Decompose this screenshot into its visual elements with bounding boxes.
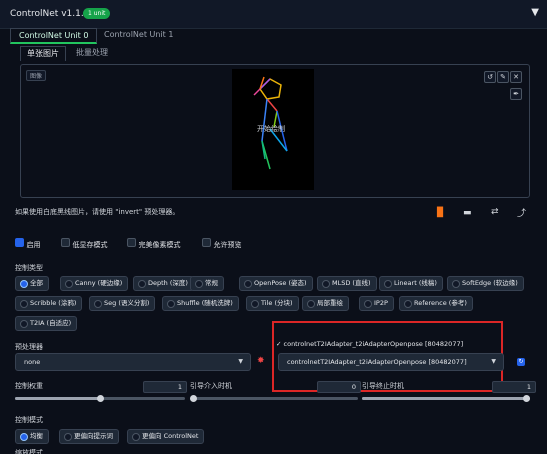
control-type-seg[interactable]: Seg (语义分割) [89, 296, 156, 311]
edit-icon[interactable]: ✎ [497, 71, 509, 83]
preprocessor-select[interactable]: none ▼ [15, 353, 251, 371]
run-preprocessor-icon[interactable]: ✸ [257, 356, 265, 366]
close-icon[interactable]: ✕ [510, 71, 522, 83]
pixel-perfect-option[interactable]: 完美像素模式 [127, 238, 181, 250]
start-step-label: 引导介入时机 [190, 382, 232, 390]
control-type-depth[interactable]: Depth (深度) [133, 276, 194, 291]
preprocessor-label: 预处理器 [15, 343, 43, 351]
control-type-normal[interactable]: 常规 [190, 276, 224, 291]
model-select[interactable]: controlnetT2IAdapter_t2iAdapterOpenpose … [278, 353, 504, 371]
pixel-perfect-checkbox[interactable] [127, 238, 136, 247]
control-type-t2ia[interactable]: T2IA (自适应) [15, 316, 78, 331]
tab-unit-0[interactable]: ControlNet Unit 0 [10, 28, 98, 44]
brush-icon[interactable]: ✒ [510, 88, 522, 100]
slider-thumb[interactable] [97, 395, 104, 402]
preprocessor-value: none [24, 358, 41, 366]
control-weight-slider[interactable] [15, 395, 185, 402]
lowvram-checkbox[interactable] [61, 238, 70, 247]
control-type-all[interactable]: 全部 [15, 276, 49, 291]
resize-mode-label: 缩放模式 [15, 449, 43, 454]
tab-unit-1[interactable]: ControlNet Unit 1 [96, 28, 181, 41]
document-icon[interactable]: ▉ [437, 208, 444, 218]
enable-label: 启用 [26, 241, 41, 249]
start-step-slider[interactable] [190, 395, 358, 402]
tab-single-image[interactable]: 单张图片 [20, 46, 66, 61]
enable-option[interactable]: 启用 [15, 238, 41, 250]
end-step-input[interactable]: 1 [492, 381, 536, 393]
model-option-checked[interactable]: ✓ controlnetT2IAdapter_t2iAdapterOpenpos… [276, 340, 463, 348]
canvas-overlay-text: 开始绘制 [257, 125, 285, 133]
arrow-up-icon[interactable]: ⤴ [517, 206, 526, 219]
control-type-lineart[interactable]: Lineart (线稿) [379, 276, 443, 291]
tab-batch[interactable]: 批量处理 [70, 46, 114, 60]
control-mode-label: 控制模式 [15, 416, 43, 424]
image-label: 图像 [26, 70, 47, 81]
control-type-softedge[interactable]: SoftEdge (软边缘) [447, 276, 524, 291]
control-weight-input[interactable]: 1 [143, 381, 187, 393]
unit-count-badge: 1 unit [83, 8, 111, 19]
camera-icon[interactable]: ▬ [463, 208, 472, 218]
chevron-down-icon: ▼ [238, 358, 243, 365]
control-type-reference[interactable]: Reference (参考) [399, 296, 473, 311]
control-mode-prompt[interactable]: 更偏向提示词 [59, 429, 119, 444]
preview-label: 允许预览 [213, 241, 242, 249]
image-tabs: 单张图片 批量处理 [20, 46, 530, 61]
invert-hint: 如果使用白底黑线图片，请使用 "invert" 预处理器。 [15, 208, 180, 216]
control-type-tile[interactable]: Tile (分块) [246, 296, 299, 311]
undo-icon[interactable]: ↺ [484, 71, 496, 83]
preview-option[interactable]: 允许预览 [202, 238, 242, 250]
slider-thumb[interactable] [190, 395, 197, 402]
control-type-canny[interactable]: Canny (硬边缘) [60, 276, 129, 291]
lowvram-option[interactable]: 低显存模式 [61, 238, 108, 250]
end-step-label: 引导终止时机 [362, 382, 404, 390]
control-type-inpaint[interactable]: 局部重绘 [302, 296, 349, 311]
chevron-down-icon: ▼ [491, 358, 496, 365]
control-type-openpose[interactable]: OpenPose (姿态) [239, 276, 313, 291]
end-step-slider[interactable] [362, 395, 530, 402]
control-mode-controlnet[interactable]: 更偏向 ControlNet [127, 429, 205, 444]
control-type-scribble[interactable]: Scribble (涂鸦) [15, 296, 83, 311]
preview-checkbox[interactable] [202, 238, 211, 247]
pose-image[interactable]: 开始绘制 [232, 69, 314, 190]
control-type-mlsd[interactable]: MLSD (直线) [317, 276, 377, 291]
unit-tabs: ControlNet Unit 0 ControlNet Unit 1 [10, 28, 537, 44]
control-type-shuffle[interactable]: Shuffle (随机洗牌) [162, 296, 239, 311]
enable-checkbox[interactable] [15, 238, 24, 247]
model-value: controlnetT2IAdapter_t2iAdapterOpenpose … [287, 358, 467, 366]
start-step-input[interactable]: 0 [317, 381, 361, 393]
control-type-ip2p[interactable]: IP2P [359, 296, 394, 311]
slider-thumb[interactable] [523, 395, 530, 402]
swap-icon[interactable]: ⇄ [491, 207, 499, 217]
control-mode-balanced[interactable]: 均衡 [15, 429, 49, 444]
refresh-icon[interactable]: ↻ [517, 358, 525, 366]
lowvram-label: 低显存模式 [72, 241, 108, 249]
collapse-triangle-icon[interactable]: ▼ [531, 7, 539, 18]
pixel-perfect-label: 完美像素模式 [138, 241, 181, 249]
control-weight-label: 控制权重 [15, 382, 43, 390]
control-type-label: 控制类型 [15, 264, 43, 272]
